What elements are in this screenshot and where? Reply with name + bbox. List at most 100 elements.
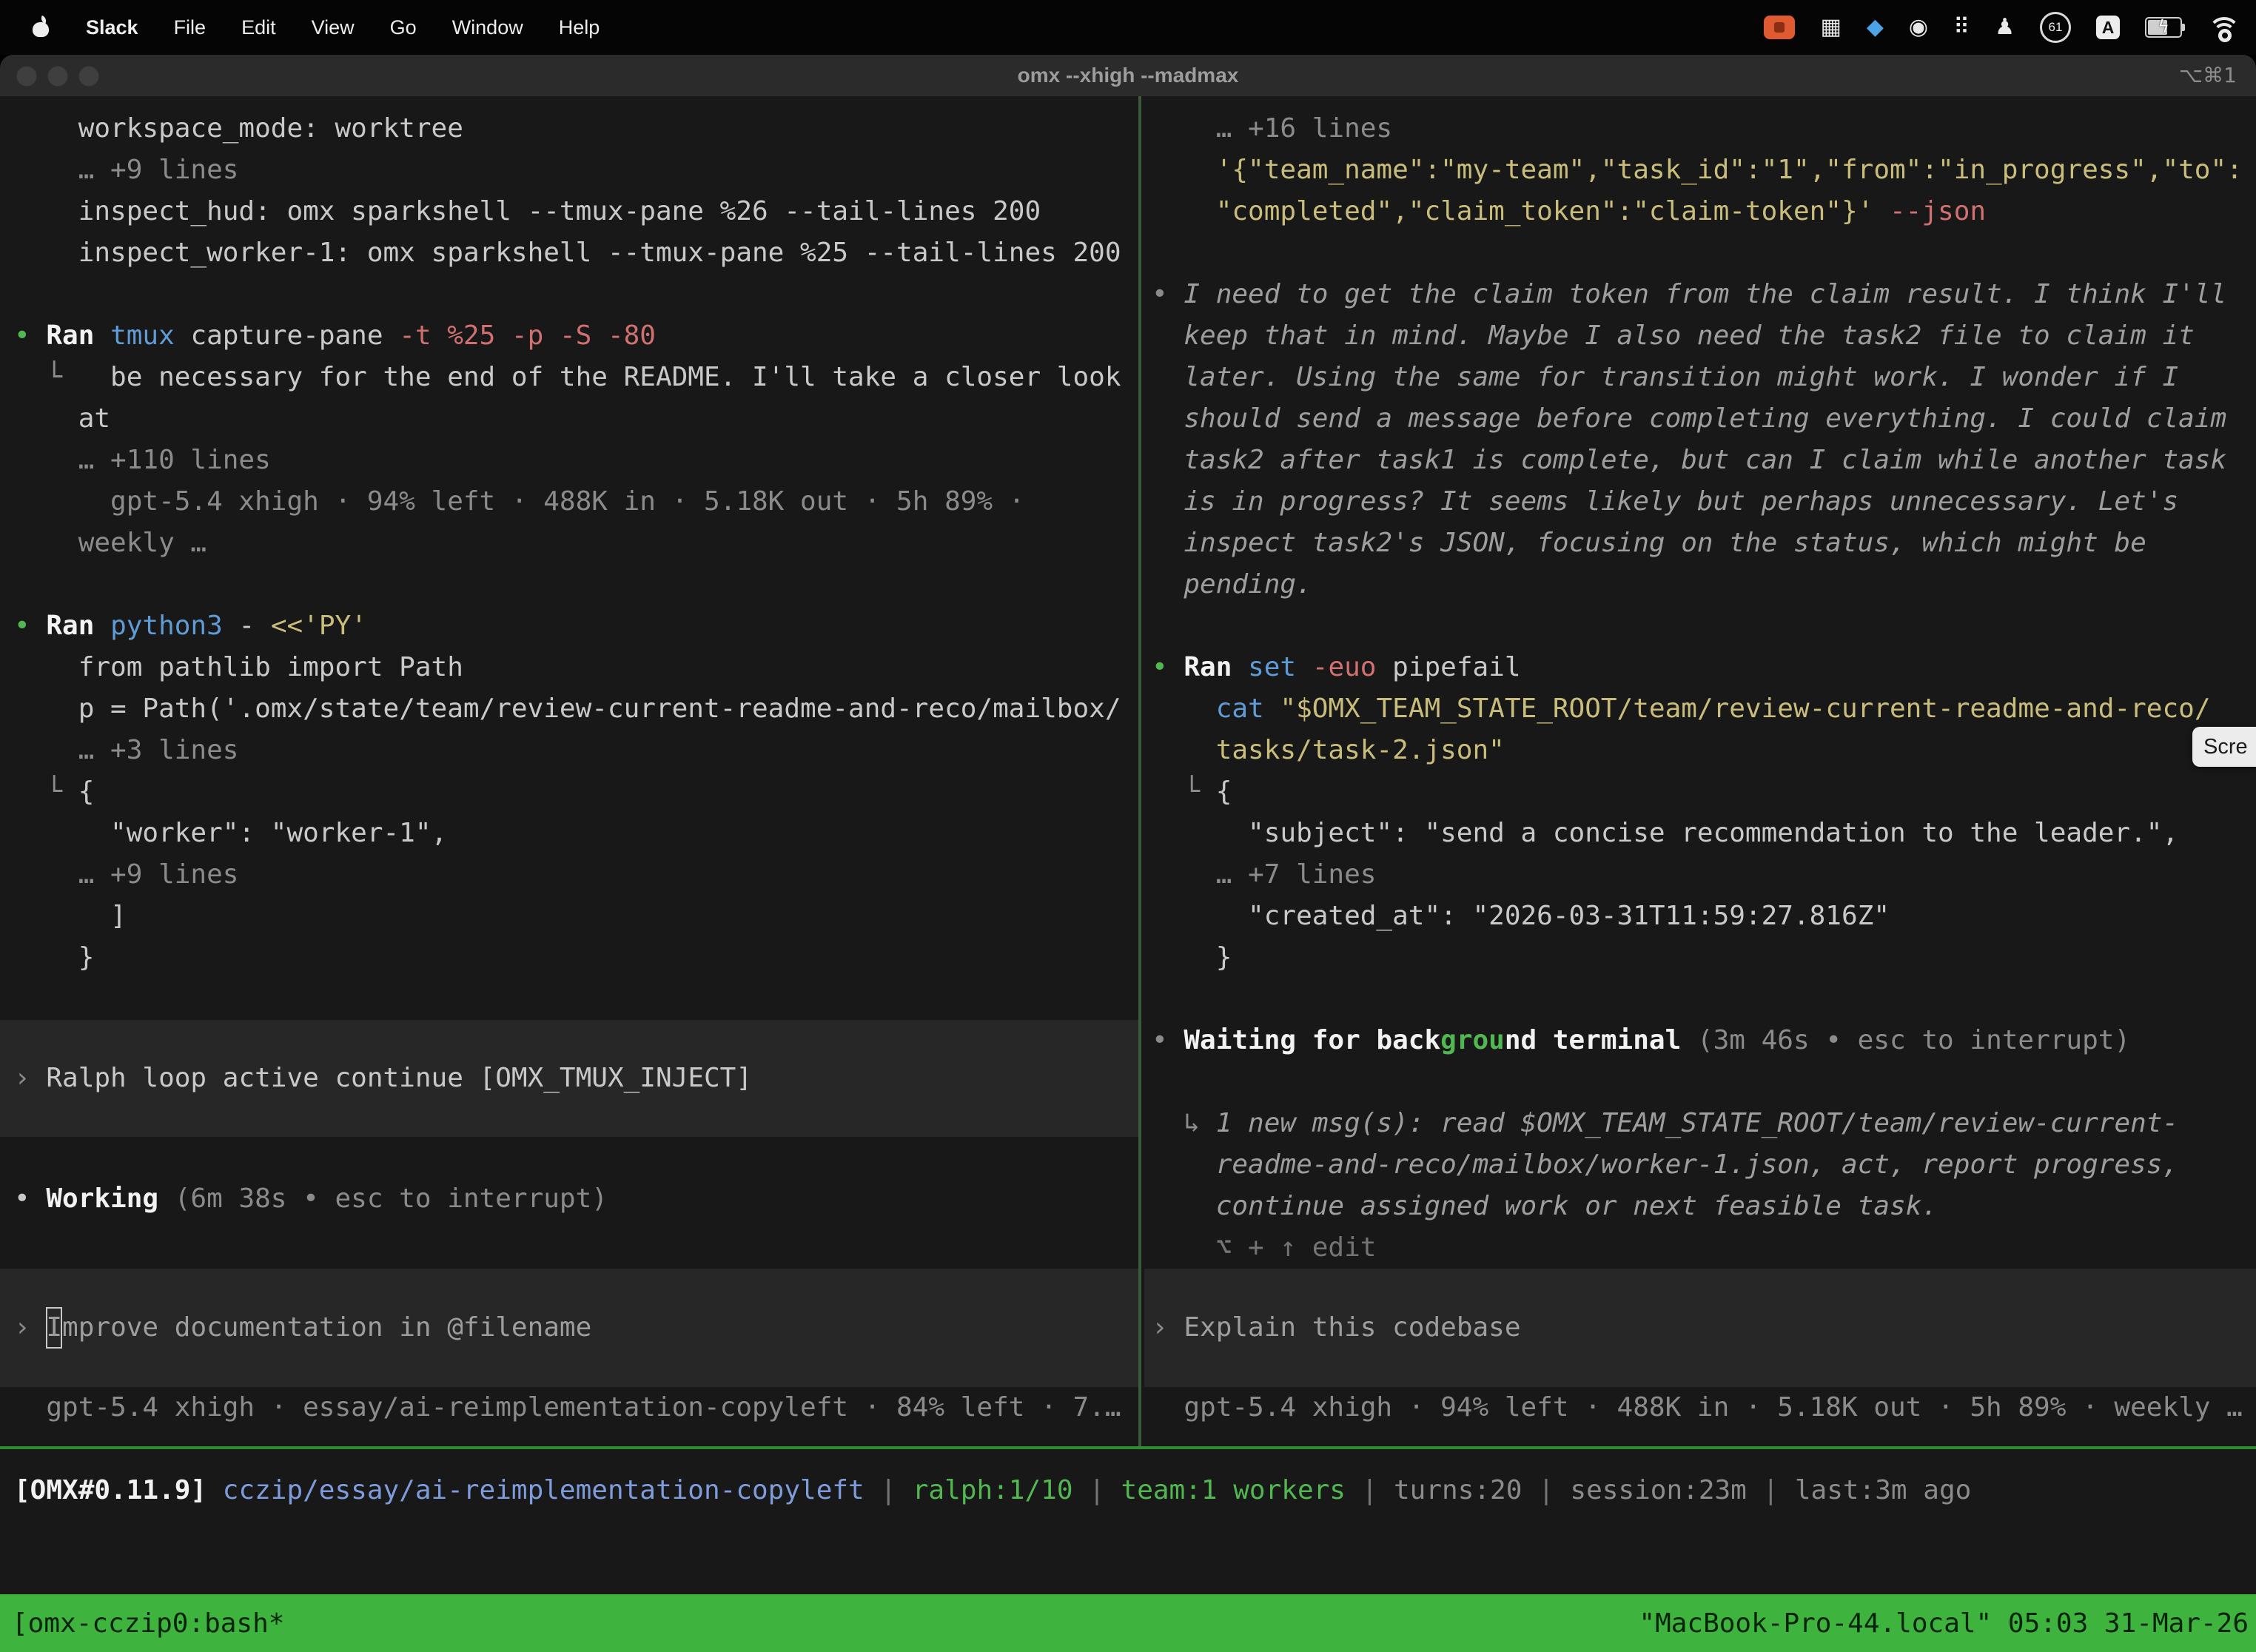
text-segment: readme-and-reco/mailbox/worker-1.json, a… bbox=[1152, 1149, 2178, 1180]
input-source-icon[interactable]: A bbox=[2096, 16, 2120, 39]
text-segment: I bbox=[46, 1307, 62, 1349]
tmux-status-bar: [omx-cczip0:bash* "MacBook-Pro-44.local"… bbox=[0, 1594, 2256, 1652]
text-segment: capture-pane bbox=[190, 320, 399, 351]
terminal-line: ↳ 1 new msg(s): read $OMX_TEAM_STATE_ROO… bbox=[1144, 1103, 2256, 1144]
text-segment: • bbox=[14, 320, 46, 351]
recording-indicator-icon[interactable] bbox=[1764, 16, 1795, 39]
text-segment: Ran bbox=[46, 611, 110, 641]
text-segment: … +9 lines bbox=[14, 859, 238, 890]
text-segment: … +110 lines bbox=[14, 445, 271, 475]
text-segment: nd terminal bbox=[1505, 1025, 1697, 1055]
right-pane[interactable]: … +16 lines '{"team_name":"my-team","tas… bbox=[1144, 96, 2256, 1446]
text-segment: … +9 lines bbox=[14, 155, 238, 185]
terminal-line: tasks/task-2.json" bbox=[1144, 730, 2256, 771]
menu-item-view[interactable]: View bbox=[312, 16, 355, 39]
terminal-line bbox=[0, 274, 1138, 315]
wifi-icon[interactable] bbox=[2207, 17, 2235, 38]
text-segment: Waiting for back bbox=[1184, 1025, 1440, 1055]
prompt-suggestion-band[interactable]: › Improve documentation in @filename bbox=[0, 1269, 1138, 1387]
text-segment: | bbox=[1073, 1475, 1121, 1505]
person-app-icon[interactable]: ♟ bbox=[1995, 16, 2015, 38]
terminal-line: workspace_mode: worktree bbox=[0, 108, 1138, 150]
text-segment: (3m 46s • esc to interrupt) bbox=[1697, 1025, 2130, 1055]
blue-app-icon[interactable]: ◆ bbox=[1867, 16, 1884, 38]
text-segment: set bbox=[1248, 652, 1312, 682]
terminal-line: should send a message before completing … bbox=[1144, 398, 2256, 440]
terminal-line: '{"team_name":"my-team","task_id":"1","f… bbox=[1144, 150, 2256, 191]
text-segment: └ bbox=[14, 362, 110, 392]
text-segment: '{"team_name":"my-team","task_id":"1","f… bbox=[1152, 155, 2243, 185]
text-segment: continue assigned work or next feasible … bbox=[1152, 1191, 1938, 1221]
text-segment: › bbox=[1152, 1307, 1184, 1349]
text-segment: <<'PY' bbox=[271, 611, 367, 641]
left-pane[interactable]: workspace_mode: worktree … +9 lines insp… bbox=[0, 96, 1138, 1446]
text-segment: python3 bbox=[110, 611, 223, 641]
terminal-line: └ be necessary for the end of the README… bbox=[0, 357, 1138, 398]
terminal-line bbox=[0, 564, 1138, 605]
terminal-line bbox=[0, 978, 1138, 1020]
terminal-line: from pathlib import Path bbox=[0, 647, 1138, 688]
menu-item-help[interactable]: Help bbox=[559, 16, 600, 39]
text-segment: pending. bbox=[1152, 569, 1312, 600]
window-grid-icon[interactable]: ▦ bbox=[1820, 16, 1841, 38]
terminal-line bbox=[1144, 1061, 2256, 1103]
window-title: omx --xhigh --madmax bbox=[0, 55, 2256, 96]
menu-item-edit[interactable]: Edit bbox=[241, 16, 276, 39]
text-segment: gpt-5.4 xhigh · 94% left · 488K in · 5.1… bbox=[14, 486, 1024, 517]
terminal-line: inspect_hud: omx sparkshell --tmux-pane … bbox=[0, 191, 1138, 232]
terminal-line: └ { bbox=[0, 771, 1138, 813]
apple-menu[interactable] bbox=[31, 16, 50, 38]
text-segment: ] bbox=[14, 901, 127, 931]
text-segment: • bbox=[1152, 652, 1184, 682]
right-pane-status-line: gpt-5.4 xhigh · 94% left · 488K in · 5.1… bbox=[1144, 1387, 2256, 1428]
text-segment: ralph:1/10 bbox=[913, 1475, 1073, 1505]
pane-divider[interactable] bbox=[1138, 96, 1141, 1446]
battery-icon[interactable]: ϟ bbox=[2145, 17, 2182, 38]
terminal-line: } bbox=[1144, 937, 2256, 978]
text-segment: ↳ bbox=[1152, 1108, 1216, 1138]
text-segment: later. Using the same for transition mig… bbox=[1152, 362, 2178, 392]
menu-item-file[interactable]: File bbox=[174, 16, 207, 39]
terminal-line: … +9 lines bbox=[0, 854, 1138, 896]
terminal-line: "worker": "worker-1", bbox=[0, 813, 1138, 854]
dots-grid-icon[interactable]: ⠿ bbox=[1953, 16, 1970, 38]
text-segment: gpt-5.4 xhigh · essay/ai-reimplementatio… bbox=[14, 1392, 1121, 1423]
ralph-loop-band[interactable]: › Ralph loop active continue [OMX_TMUX_I… bbox=[0, 1020, 1138, 1137]
terminal-line bbox=[1144, 605, 2256, 647]
text-segment: › bbox=[14, 1307, 46, 1349]
text-segment: Ran bbox=[46, 320, 110, 351]
text-segment: Ran bbox=[1184, 652, 1248, 682]
terminal-line: ] bbox=[0, 896, 1138, 937]
menu-item-go[interactable]: Go bbox=[390, 16, 417, 39]
text-segment: Working bbox=[46, 1183, 174, 1214]
text-segment: "completed","claim_token":"claim-token"}… bbox=[1152, 196, 1890, 226]
text-segment: } bbox=[1152, 942, 1232, 973]
text-segment: tasks/task-2.json" bbox=[1152, 735, 1505, 765]
charging-bolt-icon: ϟ bbox=[2146, 16, 2181, 37]
text-segment: be necessary for the end of the README. … bbox=[110, 362, 1121, 392]
text-segment: weekly … bbox=[14, 528, 207, 558]
window-shortcut-hint: ⌥⌘1 bbox=[2179, 55, 2237, 96]
text-segment: p = Path('.omx/state/team/review-current… bbox=[14, 694, 1121, 724]
terminal-line: … +16 lines bbox=[1144, 108, 2256, 150]
prompt-suggestion-band[interactable]: › Explain this codebase bbox=[1144, 1269, 2256, 1387]
terminal-line: • I need to get the claim token from the… bbox=[1144, 274, 2256, 315]
text-segment: keep that in mind. Maybe I also need the… bbox=[1152, 320, 2195, 351]
text-segment: | bbox=[1346, 1475, 1394, 1505]
text-segment: - bbox=[223, 611, 271, 641]
text-segment bbox=[1152, 694, 1216, 724]
terminal-line: inspect task2's JSON, focusing on the st… bbox=[1144, 523, 2256, 564]
text-segment: last:3m ago bbox=[1795, 1475, 1971, 1505]
text-segment: grou bbox=[1440, 1025, 1505, 1055]
terminal-line: later. Using the same for transition mig… bbox=[1144, 357, 2256, 398]
circle-app-icon[interactable]: ◉ bbox=[1909, 16, 1928, 38]
text-segment: › bbox=[14, 1058, 46, 1099]
terminal-line bbox=[0, 1137, 1138, 1178]
menu-item-window[interactable]: Window bbox=[452, 16, 523, 39]
terminal-line: pending. bbox=[1144, 564, 2256, 605]
battery-percent-badge[interactable]: 61 bbox=[2040, 12, 2071, 43]
text-segment: { bbox=[78, 776, 95, 807]
window-title-bar: omx --xhigh --madmax ⌥⌘1 bbox=[0, 55, 2256, 97]
app-menu-slack[interactable]: Slack bbox=[86, 16, 138, 39]
text-segment: "subject": "send a concise recommendatio… bbox=[1152, 818, 2178, 848]
